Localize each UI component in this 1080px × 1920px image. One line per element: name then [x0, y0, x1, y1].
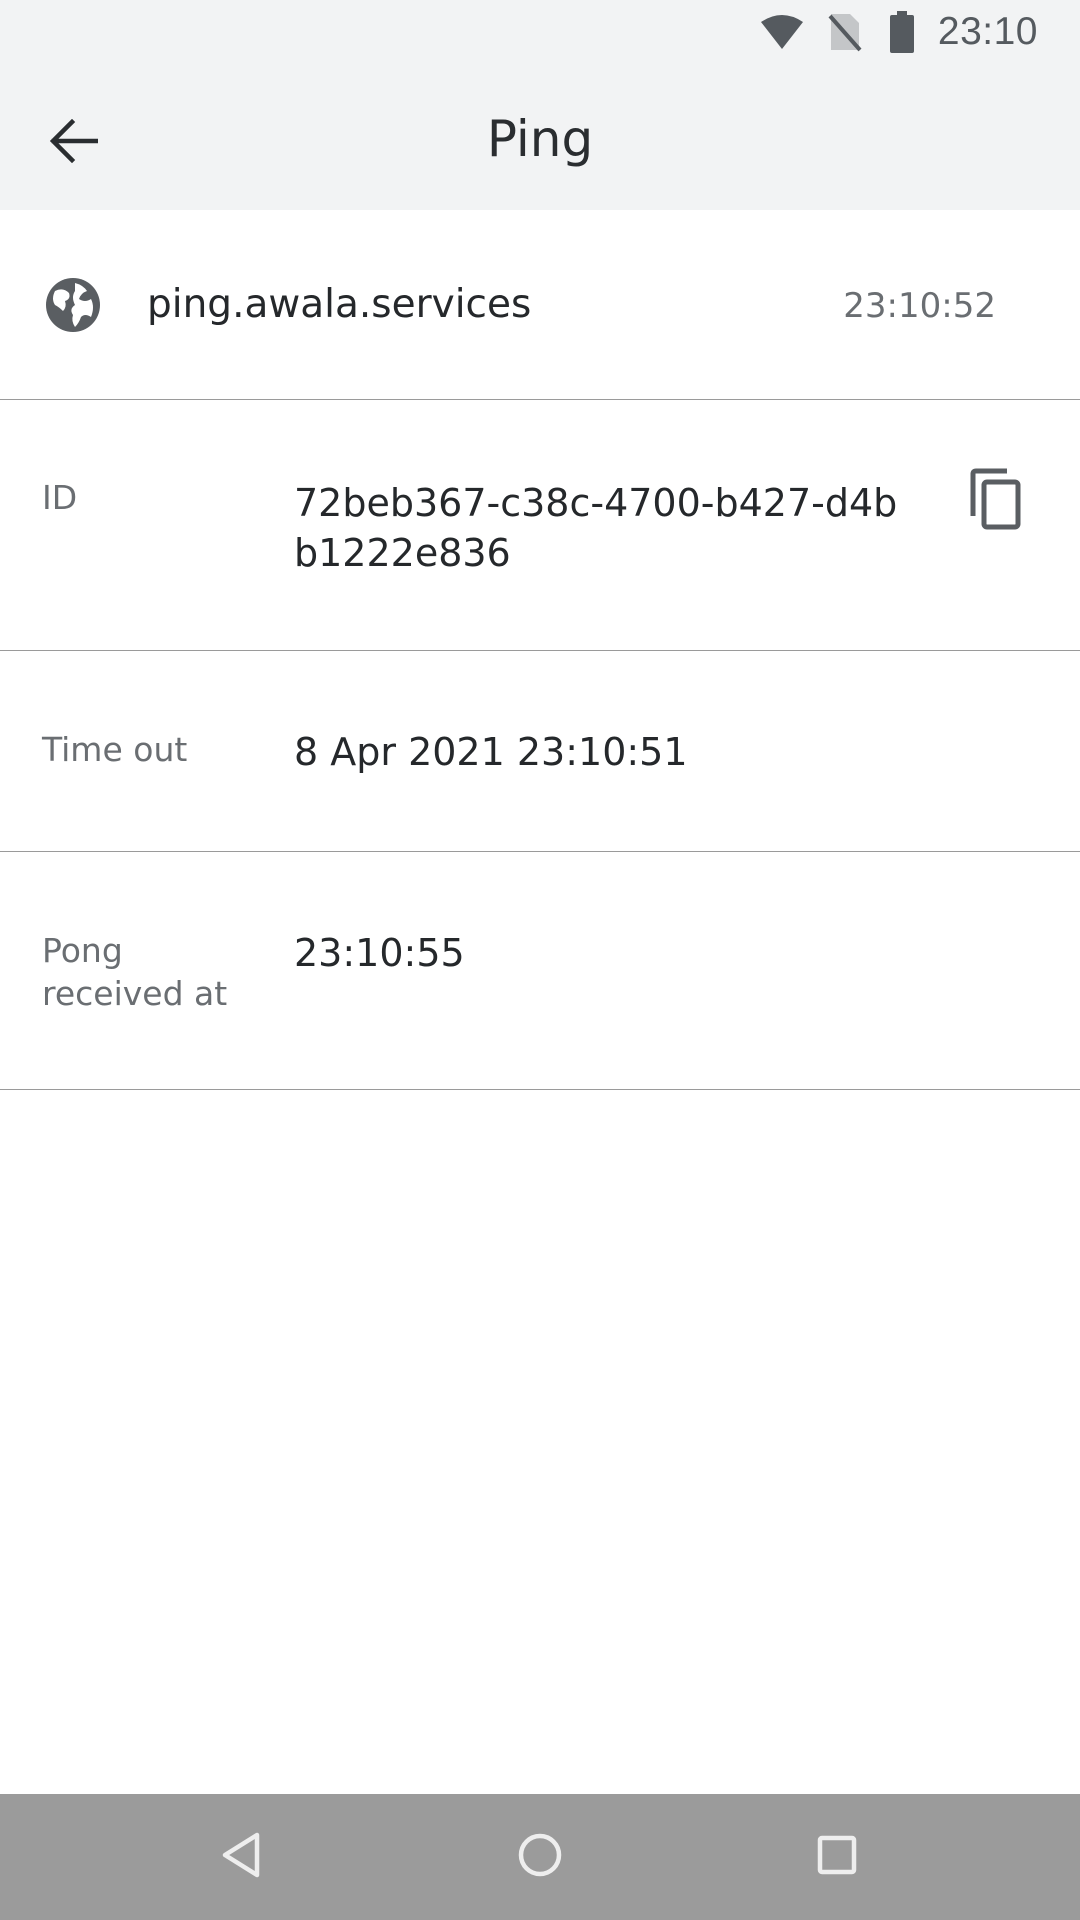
toolbar: Ping	[0, 63, 1080, 210]
navigation-bar	[0, 1794, 1080, 1920]
page-title: Ping	[486, 110, 594, 168]
globe-icon	[45, 277, 101, 333]
timeout-value: 8 Apr 2021 23:10:51	[294, 730, 688, 774]
nav-back-button[interactable]	[205, 1821, 277, 1893]
battery-icon	[884, 0, 920, 63]
timeout-row: Time out 8 Apr 2021 23:10:51	[0, 651, 1080, 852]
nav-back-icon	[219, 1831, 263, 1883]
id-value: 72beb367-c38c-4700-b427-d4bb1222e836	[294, 481, 898, 575]
endpoint-time: 23:10:52	[843, 286, 996, 326]
endpoint-name: ping.awala.services	[147, 282, 532, 327]
nav-recents-button[interactable]	[801, 1821, 873, 1893]
copy-button[interactable]	[962, 468, 1028, 534]
wifi-icon	[754, 0, 810, 63]
copy-icon	[967, 468, 1023, 534]
no-sim-icon	[816, 0, 874, 63]
status-icons: 23:10	[754, 0, 1080, 63]
status-time: 23:10	[937, 9, 1038, 53]
pong-label: Pong received at	[42, 931, 228, 1013]
pong-row: Pong received at 23:10:55	[0, 852, 1080, 1090]
status-bar: 23:10	[0, 0, 1080, 63]
timeout-label: Time out	[42, 730, 188, 769]
id-label: ID	[42, 478, 78, 517]
nav-recents-icon	[816, 1834, 858, 1880]
pong-value: 23:10:55	[294, 931, 465, 975]
endpoint-row: ping.awala.services 23:10:52	[0, 210, 1080, 400]
nav-home-icon	[517, 1832, 563, 1882]
nav-home-button[interactable]	[504, 1821, 576, 1893]
id-row: ID 72beb367-c38c-4700-b427-d4bb1222e836	[0, 400, 1080, 651]
